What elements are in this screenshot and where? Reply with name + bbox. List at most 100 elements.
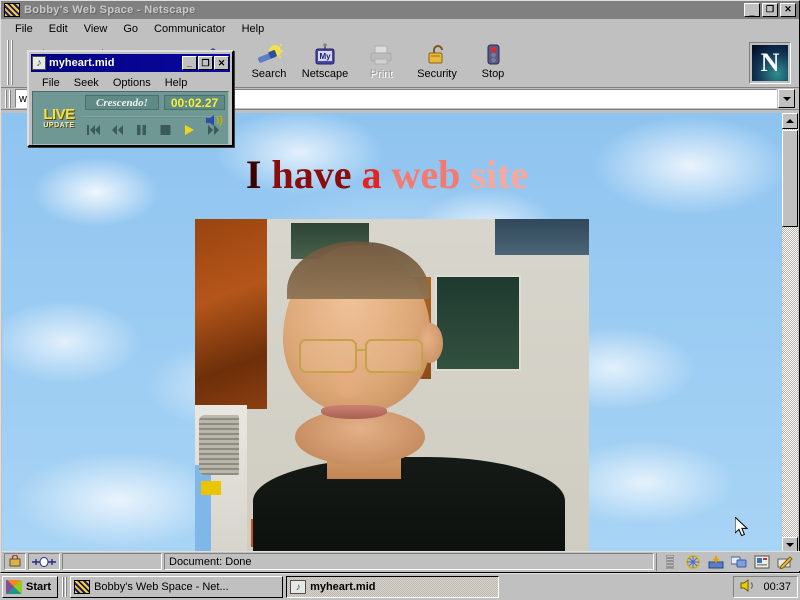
taskbar-item-midi-label: myheart.mid — [310, 581, 376, 593]
browser-titlebar[interactable]: Bobby's Web Space - Netscape _ ❐ ✕ — [1, 1, 799, 19]
midi-menu-seek[interactable]: Seek — [67, 77, 106, 89]
taskbar-item-browser[interactable]: Bobby's Web Space - Net... — [70, 576, 284, 598]
photo-window-right — [435, 275, 521, 371]
taskbar-item-midi[interactable]: ♪ myheart.mid — [286, 576, 500, 598]
security-lock-icon[interactable] — [4, 553, 26, 570]
netscape-logo-button[interactable]: N — [749, 42, 791, 84]
midi-window-controls: _ ❐ ✕ — [182, 56, 230, 70]
heading-word-4: web — [391, 152, 461, 197]
window-controls: _ ❐ ✕ — [744, 3, 797, 17]
photo-sky-sliver — [195, 465, 211, 553]
midi-minimize-button[interactable]: _ — [182, 56, 197, 70]
location-bar-grip[interactable] — [3, 89, 12, 108]
svg-text:My: My — [319, 52, 331, 61]
play-button[interactable] — [181, 122, 197, 137]
composer-icon[interactable] — [776, 554, 794, 570]
system-tray: 00:37 — [733, 576, 798, 598]
live-update-logo-line1: LIVE — [43, 106, 75, 123]
toolbar-label-print: Print — [369, 68, 393, 80]
heading-word-2: have — [271, 152, 352, 197]
midi-seek-slider[interactable] — [81, 116, 223, 118]
mouse-cursor — [734, 515, 749, 538]
flashlight-icon — [255, 42, 283, 68]
pause-button[interactable] — [133, 122, 149, 137]
photo-person-mouth — [321, 405, 387, 419]
restore-button[interactable]: ❐ — [762, 3, 778, 17]
glasses-right-lens — [365, 339, 423, 373]
scroll-up-button[interactable] — [782, 113, 798, 129]
midi-menu-help[interactable]: Help — [158, 77, 195, 89]
toolbar-grip[interactable] — [5, 40, 14, 85]
scrollbar-thumb[interactable] — [782, 130, 798, 227]
fast-forward-button[interactable] — [205, 122, 221, 137]
rewind-button[interactable] — [109, 122, 125, 137]
toolbar-button-security[interactable]: Security — [409, 39, 465, 84]
photo-van-grille — [199, 415, 239, 475]
stop-button[interactable] — [157, 122, 173, 137]
restore-icon: ❐ — [765, 3, 775, 14]
start-button-label: Start — [26, 581, 52, 593]
photo-yellow-marker — [201, 481, 221, 495]
close-button[interactable]: ✕ — [780, 3, 796, 17]
netscape-page-icon — [4, 3, 20, 17]
window-title: Bobby's Web Space - Netscape — [24, 4, 196, 16]
live-update-logo-line2: UPDATE — [43, 122, 75, 129]
toolbar-button-print[interactable]: Print — [353, 39, 409, 84]
taskbar-item-browser-label: Bobby's Web Space - Net... — [94, 581, 229, 593]
printer-icon — [367, 42, 395, 68]
toolbar-button-netscape[interactable]: My Netscape — [297, 39, 353, 84]
menu-view[interactable]: View — [76, 21, 116, 37]
page-heading: I have a web site — [2, 151, 772, 198]
taskbar: Start Bobby's Web Space - Net... ♪ myhea… — [0, 573, 800, 600]
menu-go[interactable]: Go — [115, 21, 146, 37]
heading-word-1: I — [245, 152, 262, 197]
menu-file[interactable]: File — [7, 21, 41, 37]
vertical-scrollbar[interactable] — [782, 113, 798, 553]
toolbar-button-search[interactable]: Search — [241, 39, 297, 84]
photo-person-glasses — [299, 339, 433, 373]
midi-maximize-button[interactable]: ❐ — [198, 56, 213, 70]
inbox-icon[interactable] — [707, 554, 725, 570]
menu-edit[interactable]: Edit — [41, 21, 76, 37]
start-button[interactable]: Start — [2, 576, 59, 598]
toolbar-label-netscape: Netscape — [301, 68, 349, 80]
live-update-logo: LIVE UPDATE — [37, 94, 81, 142]
tray-clock: 00:37 — [763, 581, 791, 593]
chevron-down-icon — [782, 96, 791, 101]
minimize-icon: _ — [749, 6, 755, 17]
skip-back-button[interactable] — [85, 122, 101, 137]
taskbar-divider — [61, 577, 68, 597]
location-dropdown-button[interactable] — [778, 89, 795, 108]
toolbar-label-security: Security — [417, 68, 457, 80]
component-grip[interactable] — [661, 554, 679, 570]
navigator-icon[interactable] — [684, 554, 702, 570]
status-text: Document: Done — [164, 553, 654, 570]
midi-menu-file[interactable]: File — [35, 77, 67, 89]
minimize-button[interactable]: _ — [744, 3, 760, 17]
photo-wood-panel — [195, 219, 267, 409]
photo-person-shirt — [253, 457, 565, 553]
music-note-icon: ♪ — [32, 56, 46, 70]
toolbar-label-search: Search — [251, 68, 287, 80]
tray-speaker-icon[interactable] — [740, 579, 757, 595]
traffic-light-icon — [479, 42, 507, 68]
discussion-icon[interactable] — [730, 554, 748, 570]
photo-window-right-top — [495, 219, 589, 255]
browser-statusbar: Document: Done — [2, 551, 800, 571]
toolbar-button-stop[interactable]: Stop — [465, 39, 521, 84]
windows-flag-icon — [6, 580, 22, 594]
scroll-down-icon — [786, 543, 794, 547]
midi-menu-options[interactable]: Options — [106, 77, 158, 89]
midi-close-icon: ✕ — [217, 57, 226, 68]
connection-icon[interactable] — [28, 553, 60, 570]
midi-maximize-icon: ❐ — [201, 57, 210, 68]
netscape-logo-letter: N — [752, 45, 788, 81]
padlock-icon — [423, 42, 451, 68]
midi-time-display: 00:02.27 — [164, 95, 225, 110]
menu-help[interactable]: Help — [234, 21, 273, 37]
address-book-icon[interactable] — [753, 554, 771, 570]
midi-close-button[interactable]: ✕ — [214, 56, 229, 70]
menu-communicator[interactable]: Communicator — [146, 21, 234, 37]
midi-minimize-icon: _ — [186, 58, 192, 68]
midi-titlebar[interactable]: ♪ myheart.mid _ ❐ ✕ — [31, 54, 230, 72]
